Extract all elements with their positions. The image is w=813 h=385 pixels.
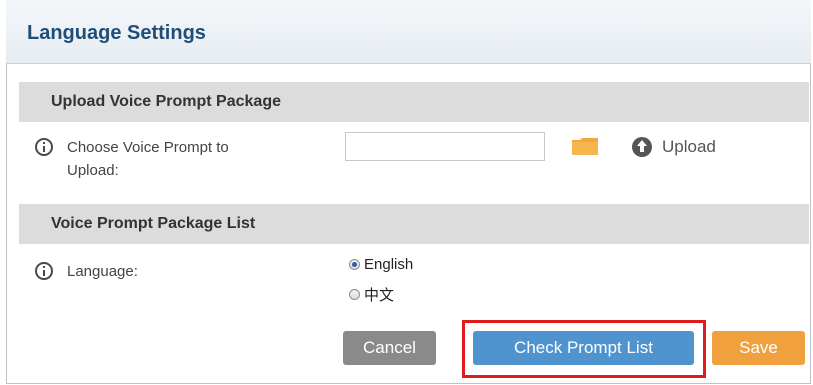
info-icon[interactable] [35,262,53,280]
package-list-section-header: Voice Prompt Package List [19,204,809,244]
choose-label-line2: Upload: [67,162,119,179]
language-option-label: English [364,256,414,273]
language-label: Language: [67,263,138,280]
highlight-box [462,320,706,378]
upload-button[interactable]: Upload [632,136,716,158]
package-list-section-title: Voice Prompt Package List [51,215,256,232]
choose-voice-prompt-label: Choose Voice Prompt to Upload: [67,136,229,182]
language-option-label: 中文 [364,287,395,304]
info-icon[interactable] [35,138,53,156]
folder-icon[interactable] [571,137,599,156]
cancel-button[interactable]: Cancel [343,331,436,365]
language-option-chinese[interactable]: 中文 [349,284,394,305]
voice-prompt-file-input[interactable] [345,132,545,161]
radio-checked-icon[interactable] [349,259,360,270]
upload-icon [632,137,652,157]
title-bar: Language Settings [6,0,811,64]
upload-button-label: Upload [662,137,716,156]
upload-section-header: Upload Voice Prompt Package [19,82,809,122]
upload-section-title: Upload Voice Prompt Package [51,93,281,110]
choose-label-line1: Choose Voice Prompt to [67,139,229,156]
language-option-english[interactable]: English [349,256,413,273]
page-title: Language Settings [27,22,206,44]
radio-unchecked-icon[interactable] [349,289,360,300]
save-button[interactable]: Save [712,331,805,365]
